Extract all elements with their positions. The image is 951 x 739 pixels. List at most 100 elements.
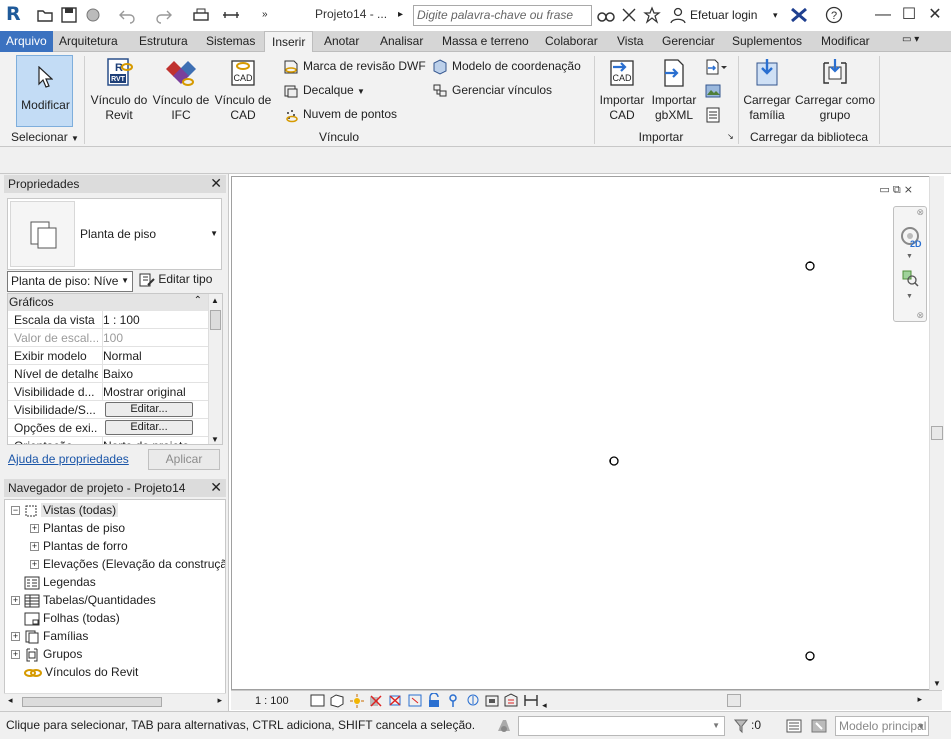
- shadows-icon[interactable]: [368, 693, 384, 708]
- type-selector[interactable]: Planta de piso ▼: [7, 198, 222, 270]
- decal-button[interactable]: Decalque ▼: [283, 83, 365, 99]
- tab-arquivo[interactable]: Arquivo: [0, 31, 53, 52]
- maximize-button[interactable]: ☐: [898, 4, 920, 26]
- instance-filter-select[interactable]: Planta de piso: Níve ▼: [7, 271, 133, 292]
- close-button[interactable]: ✕: [924, 4, 946, 26]
- properties-scrollbar[interactable]: ▲ ▼: [208, 294, 222, 444]
- link-cad-button[interactable]: CAD Vínculo de CAD: [212, 57, 274, 123]
- revit-logo[interactable]: R: [6, 3, 21, 25]
- scroll-thumb[interactable]: [210, 310, 221, 330]
- show-crop-icon[interactable]: [407, 693, 423, 708]
- expand-icon[interactable]: +: [11, 596, 20, 606]
- properties-close-icon[interactable]: ✕: [210, 175, 222, 192]
- crop-view-icon[interactable]: [387, 693, 403, 708]
- view-minimize-icon[interactable]: ▭: [879, 184, 889, 196]
- scroll-left-icon[interactable]: ◂: [542, 700, 547, 710]
- tab-estrutura[interactable]: Estrutura: [139, 34, 188, 48]
- constraints-icon[interactable]: [523, 693, 539, 708]
- tab-inserir[interactable]: Inserir: [264, 31, 314, 53]
- expand-icon[interactable]: +: [30, 542, 39, 552]
- category-graphics[interactable]: Gráficos ⌃: [8, 294, 222, 311]
- tab-colaborar[interactable]: Colaborar: [545, 34, 598, 48]
- redo-icon[interactable]: [155, 6, 173, 24]
- tab-massa-terreno[interactable]: Massa e terreno: [442, 34, 529, 48]
- panel-select-title[interactable]: Selecionar ▼: [5, 130, 81, 144]
- star-icon[interactable]: [643, 6, 661, 24]
- import-family-types-icon[interactable]: [705, 107, 721, 123]
- link-ifc-button[interactable]: Vínculo de IFC: [150, 57, 212, 123]
- login-dropdown-icon[interactable]: ▾: [773, 6, 791, 24]
- scroll-up-icon[interactable]: ▲: [211, 296, 219, 305]
- scroll-down-icon[interactable]: ▼: [211, 435, 219, 444]
- chevron-down-icon[interactable]: ▼: [917, 722, 925, 731]
- filter-icon[interactable]: [733, 718, 749, 734]
- view-close-icon[interactable]: ⨯: [904, 184, 913, 196]
- active-workset-select[interactable]: ▼: [518, 716, 725, 736]
- tab-suplementos[interactable]: Suplementos: [732, 34, 802, 48]
- expand-icon[interactable]: +: [11, 632, 20, 642]
- property-row[interactable]: Visibilidade d... Mostrar original: [8, 383, 222, 401]
- visibility-edit-button[interactable]: Editar...: [105, 402, 193, 417]
- collapse-icon[interactable]: ⌃: [194, 295, 202, 306]
- property-row[interactable]: Opções de exi... Editar...: [8, 419, 222, 437]
- scroll-right-icon[interactable]: ▸: [917, 694, 922, 705]
- tab-arquitetura[interactable]: Arquitetura: [59, 34, 118, 48]
- temporary-view-icon[interactable]: [484, 693, 500, 708]
- property-row[interactable]: Escala da vista 1 : 100: [8, 311, 222, 329]
- temporary-hide-icon[interactable]: [445, 693, 461, 708]
- apply-button[interactable]: Aplicar: [148, 449, 220, 470]
- tab-vista[interactable]: Vista: [617, 34, 643, 48]
- navbar-options-icon[interactable]: ⊗: [916, 310, 924, 321]
- import-from-file-icon[interactable]: [705, 59, 727, 75]
- drawing-area[interactable]: ▭ ⧉ ⨯: [231, 176, 942, 690]
- import-image-icon[interactable]: [705, 83, 721, 99]
- type-dropdown-icon[interactable]: ▼: [210, 229, 218, 238]
- sign-in-link[interactable]: Efetuar login: [690, 8, 757, 22]
- property-row[interactable]: OrientaçãoNorte do projeto: [8, 437, 222, 444]
- ribbon-minimize-icon[interactable]: ▭ ▾: [902, 34, 919, 45]
- tree-item-families[interactable]: + Famílias: [11, 629, 88, 647]
- tree-item-ceiling-plans[interactable]: + Plantas de forro: [30, 539, 128, 557]
- coordination-model-button[interactable]: Modelo de coordenação: [432, 59, 581, 75]
- sun-path-icon[interactable]: [349, 693, 365, 708]
- binoculars-icon[interactable]: [597, 6, 615, 24]
- user-icon[interactable]: [669, 6, 687, 24]
- expand-icon[interactable]: +: [30, 524, 39, 534]
- load-family-button[interactable]: Carregar família: [740, 57, 794, 123]
- analytical-model-icon[interactable]: [503, 693, 519, 708]
- customize-qat-icon[interactable]: »: [262, 6, 280, 24]
- properties-help-link[interactable]: Ajuda de propriedades: [8, 452, 129, 466]
- scroll-thumb[interactable]: [22, 697, 162, 707]
- undo-icon[interactable]: [118, 6, 136, 24]
- edit-type-button[interactable]: Editar tipo: [139, 272, 212, 288]
- tree-item-floor-plans[interactable]: + Plantas de piso: [30, 521, 125, 539]
- property-row[interactable]: Nível de detalhe Baixo: [8, 365, 222, 383]
- import-panel-launcher-icon[interactable]: ↘: [727, 132, 734, 141]
- load-as-group-button[interactable]: Carregar como grupo: [794, 57, 876, 123]
- visual-style-icon[interactable]: [329, 693, 345, 708]
- collapse-icon[interactable]: −: [11, 506, 20, 516]
- property-row[interactable]: Visibilidade/S... Editar...: [8, 401, 222, 419]
- measure-icon[interactable]: [222, 6, 240, 24]
- zoom-icon[interactable]: [901, 269, 919, 287]
- help-icon[interactable]: ?: [825, 6, 843, 24]
- expand-icon[interactable]: +: [30, 560, 39, 570]
- chevron-down-icon[interactable]: ▼: [906, 293, 913, 300]
- save-icon[interactable]: [60, 6, 78, 24]
- editing-requests-icon[interactable]: [810, 717, 828, 735]
- property-row[interactable]: Exibir modelo Normal: [8, 347, 222, 365]
- tab-modificar[interactable]: Modificar: [821, 34, 870, 48]
- view-restore-icon[interactable]: ⧉: [893, 184, 901, 196]
- sync-icon[interactable]: [84, 6, 102, 24]
- browser-close-icon[interactable]: ✕: [210, 479, 222, 496]
- search-input[interactable]: Digite palavra-chave ou frase: [413, 5, 592, 26]
- import-gbxml-button[interactable]: Importar gbXML: [648, 57, 700, 123]
- manage-links-button[interactable]: Gerenciar vínculos: [432, 83, 552, 99]
- tab-anotar[interactable]: Anotar: [324, 34, 359, 48]
- subscription-icon[interactable]: [620, 6, 638, 24]
- drawing-vscrollbar[interactable]: ▼: [929, 176, 944, 690]
- tree-item-legends[interactable]: Legendas: [24, 575, 96, 593]
- tab-gerenciar[interactable]: Gerenciar: [662, 34, 715, 48]
- view-scale[interactable]: 1 : 100: [255, 695, 289, 707]
- scroll-thumb[interactable]: [931, 426, 943, 440]
